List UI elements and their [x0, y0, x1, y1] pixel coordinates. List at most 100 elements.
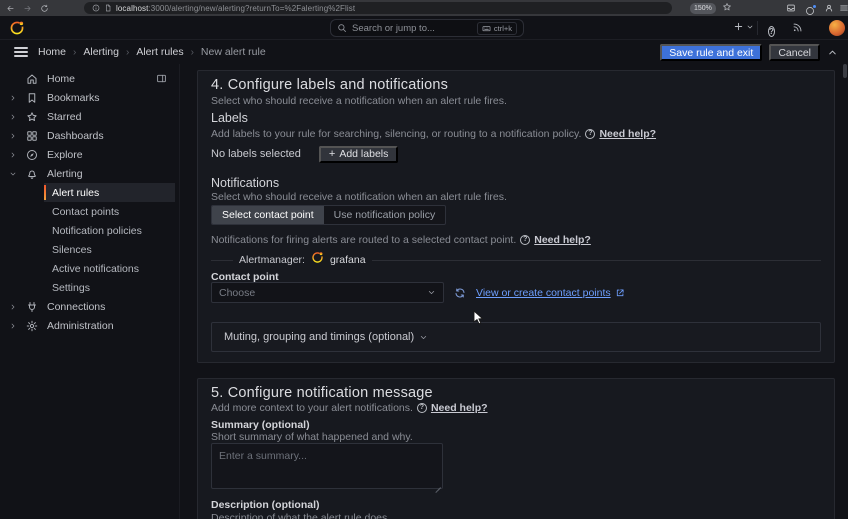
- help-icon: [768, 26, 775, 37]
- chevron-right-icon[interactable]: [9, 322, 19, 330]
- refresh-contact-points-icon[interactable]: [454, 287, 466, 299]
- sidebar-item-dashboards[interactable]: Dashboards: [0, 126, 179, 145]
- sidebar-item-alert-rules[interactable]: Alert rules: [44, 183, 175, 202]
- chevron-right-icon[interactable]: [9, 151, 19, 159]
- message-need-help-link[interactable]: Need help?: [431, 402, 488, 414]
- breadcrumb-separator: ›: [191, 47, 194, 58]
- browser-reload-icon[interactable]: [40, 4, 49, 13]
- section4-subtitle: Select who should receive a notification…: [211, 95, 821, 107]
- divider: [211, 260, 233, 261]
- resize-grip[interactable]: [434, 481, 442, 489]
- sidebar-item-administration[interactable]: Administration: [0, 316, 179, 335]
- sidebar-item-home[interactable]: Home: [0, 69, 179, 88]
- browser-profile-icon[interactable]: [824, 3, 834, 13]
- extensions-badge: [812, 4, 817, 9]
- plug-icon: [26, 301, 38, 313]
- grafana-logo[interactable]: [9, 20, 25, 41]
- sidebar-item-explore[interactable]: Explore: [0, 145, 179, 164]
- divider: [372, 260, 821, 261]
- browser-inbox-icon[interactable]: [786, 3, 796, 13]
- labels-description: Add labels to your rule for searching, s…: [211, 128, 821, 140]
- bookmark-icon: [26, 92, 38, 104]
- browser-forward-icon[interactable]: [23, 4, 32, 13]
- summary-description: Short summary of what happened and why.: [211, 431, 821, 443]
- sidebar-item-settings[interactable]: Settings: [0, 278, 179, 297]
- alertmanager-label: Alertmanager:: [239, 254, 305, 266]
- add-new-button[interactable]: [733, 21, 754, 32]
- news-rss-icon[interactable]: [792, 22, 803, 33]
- chevron-right-icon[interactable]: [9, 303, 19, 311]
- mega-menu-toggle[interactable]: [14, 45, 28, 59]
- contact-point-select[interactable]: Choose: [211, 282, 444, 303]
- breadcrumb-home[interactable]: Home: [38, 46, 66, 58]
- chevron-down-icon: [419, 333, 428, 342]
- labels-row: No labels selected Add labels: [211, 145, 821, 163]
- breadcrumb-alert-rules[interactable]: Alert rules: [136, 46, 183, 58]
- sidebar-item-silences[interactable]: Silences: [0, 240, 179, 259]
- search-placeholder: Search or jump to...: [352, 23, 472, 34]
- site-info-icon[interactable]: [92, 4, 100, 12]
- page-icon: [104, 4, 112, 12]
- zoom-level-badge[interactable]: 150%: [690, 3, 716, 14]
- tab-select-contact-point[interactable]: Select contact point: [212, 206, 324, 224]
- help-button[interactable]: [768, 21, 775, 39]
- tab-use-notification-policy[interactable]: Use notification policy: [324, 206, 446, 224]
- url-text: localhost:3000/alerting/new/alerting?ret…: [116, 4, 355, 13]
- chevron-down-icon: [427, 288, 436, 297]
- compass-icon: [26, 149, 38, 161]
- section-configure-notification-message: 5. Configure notification message Add mo…: [197, 378, 835, 519]
- main-content: 4. Configure labels and notifications Se…: [180, 64, 848, 519]
- chevron-right-icon[interactable]: [9, 132, 19, 140]
- grafana-alertmanager-icon: [311, 251, 324, 269]
- view-contact-points-link[interactable]: View or create contact points: [476, 287, 625, 299]
- nav-sidebar: Home Bookmarks Starred Dashboards Explor…: [0, 64, 180, 519]
- contact-point-row: Choose View or create contact points: [211, 282, 821, 303]
- chevron-down-icon[interactable]: [9, 170, 19, 178]
- chevron-right-icon[interactable]: [9, 113, 19, 121]
- gear-icon: [26, 320, 38, 332]
- bell-icon: [26, 168, 38, 180]
- user-avatar[interactable]: [829, 20, 845, 36]
- sidebar-item-bookmarks[interactable]: Bookmarks: [0, 88, 179, 107]
- breadcrumb-alerting[interactable]: Alerting: [83, 46, 119, 58]
- address-bar[interactable]: localhost:3000/alerting/new/alerting?ret…: [84, 2, 672, 14]
- labels-heading: Labels: [211, 111, 821, 125]
- scrollbar-thumb[interactable]: [843, 64, 847, 78]
- sidebar-item-active-notifications[interactable]: Active notifications: [0, 259, 179, 278]
- chevron-up-icon[interactable]: [827, 47, 838, 58]
- cancel-button[interactable]: Cancel: [769, 44, 820, 61]
- breadcrumb-separator: ›: [126, 47, 129, 58]
- star-icon: [26, 111, 38, 123]
- labels-need-help-link[interactable]: Need help?: [599, 128, 656, 140]
- routing-need-help-link[interactable]: Need help?: [534, 234, 591, 246]
- sidebar-item-starred[interactable]: Starred: [0, 107, 179, 126]
- add-labels-button[interactable]: Add labels: [319, 146, 398, 163]
- sidebar-item-notification-policies[interactable]: Notification policies: [0, 221, 179, 240]
- plus-icon: [329, 148, 335, 160]
- sidebar-item-contact-points[interactable]: Contact points: [0, 202, 179, 221]
- sidebar-item-connections[interactable]: Connections: [0, 297, 179, 316]
- save-rule-button[interactable]: Save rule and exit: [660, 44, 762, 61]
- browser-menu-icon[interactable]: [839, 3, 848, 13]
- help-icon: [585, 129, 595, 139]
- summary-textarea[interactable]: [211, 443, 443, 489]
- search-input[interactable]: Search or jump to... ctrl+k: [330, 19, 524, 37]
- dashboards-grid-icon: [26, 130, 38, 142]
- sidebar-item-alerting[interactable]: Alerting: [0, 164, 179, 183]
- section5-subtitle: Add more context to your alert notificat…: [211, 402, 821, 414]
- grafana-header: Search or jump to... ctrl+k: [0, 16, 848, 40]
- chevron-right-icon[interactable]: [9, 94, 19, 102]
- summary-label: Summary (optional): [211, 419, 821, 431]
- muting-grouping-toggle[interactable]: Muting, grouping and timings (optional): [211, 322, 821, 352]
- help-icon: [520, 235, 530, 245]
- bookmark-star-icon[interactable]: [722, 2, 732, 12]
- home-icon: [26, 73, 38, 85]
- dock-menu-icon[interactable]: [156, 73, 167, 84]
- breadcrumb-current: New alert rule: [201, 46, 266, 58]
- external-link-icon: [615, 288, 625, 298]
- search-shortcut-badge: ctrl+k: [477, 22, 517, 35]
- help-icon: [417, 403, 427, 413]
- header-divider: [757, 21, 758, 35]
- browser-back-icon[interactable]: [6, 4, 15, 13]
- breadcrumb-bar: Home › Alerting › Alert rules › New aler…: [0, 40, 848, 64]
